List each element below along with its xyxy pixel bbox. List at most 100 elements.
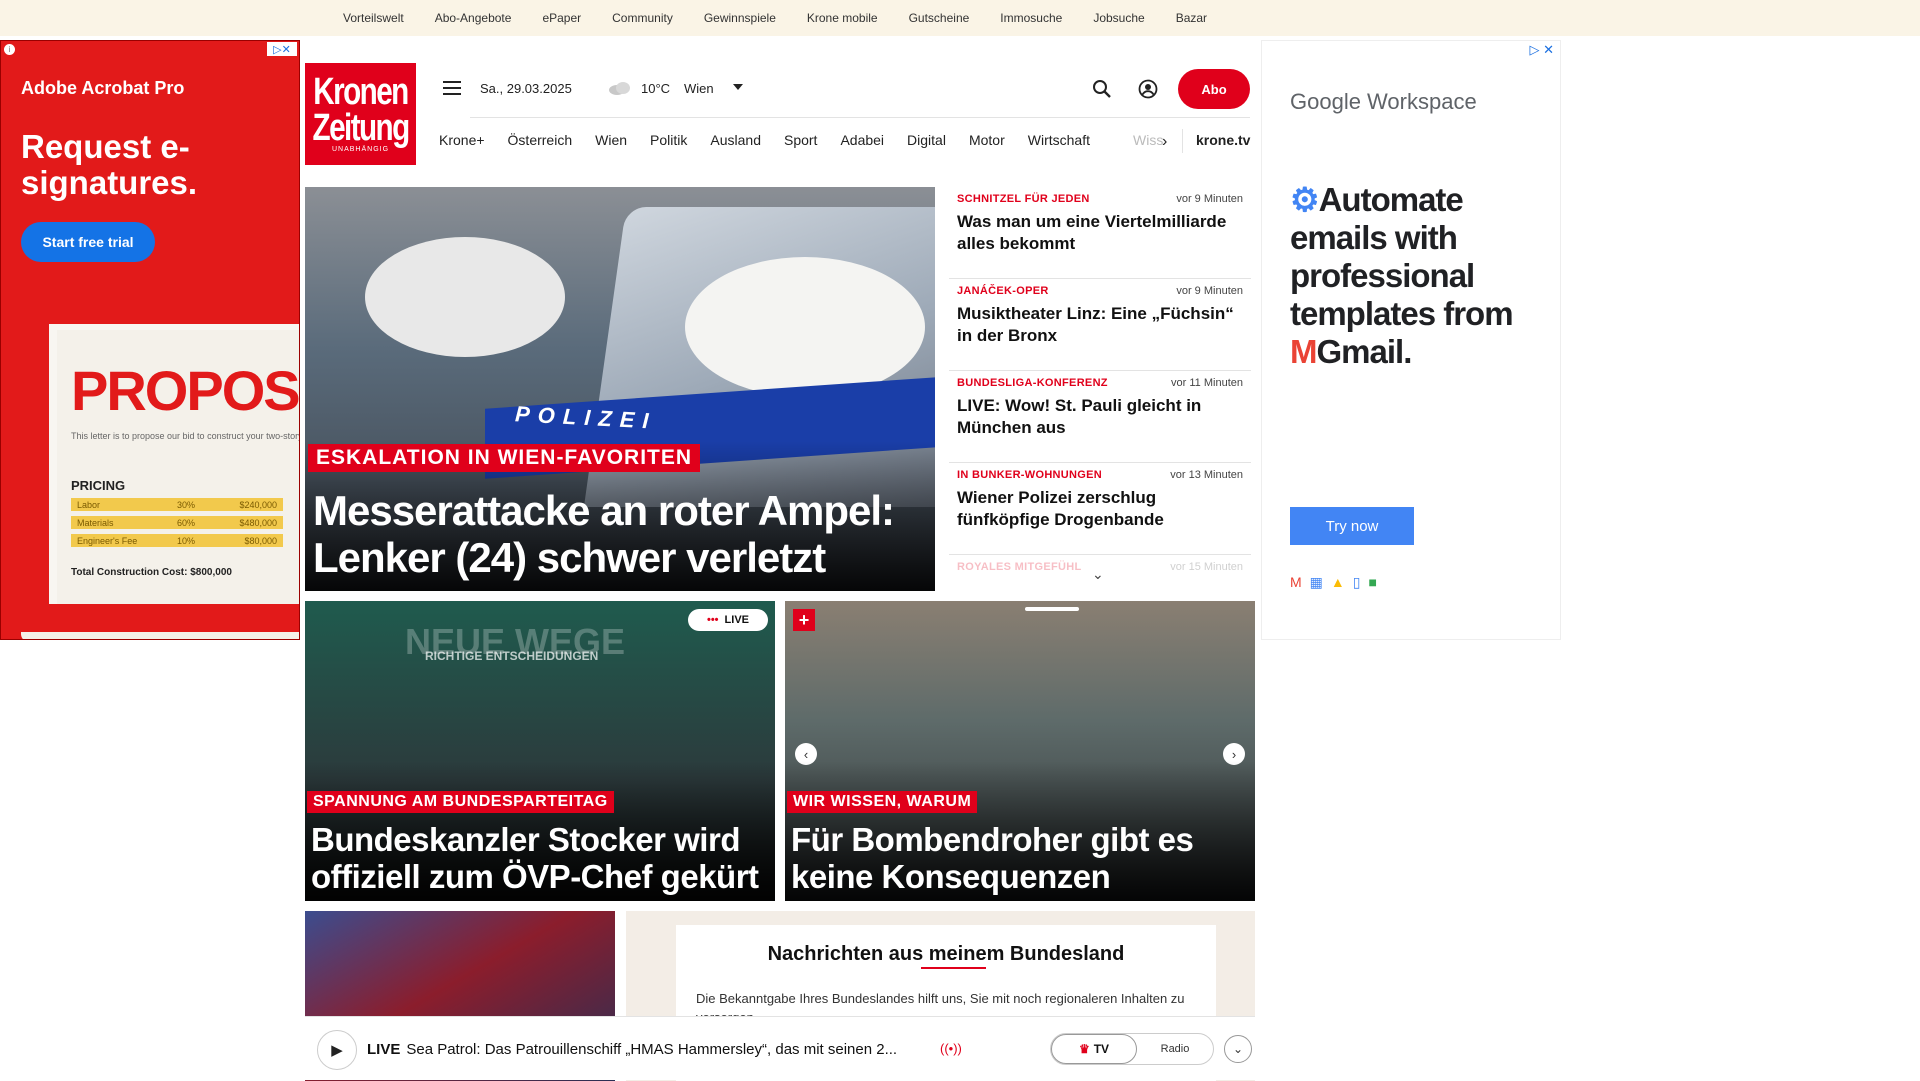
nav-item[interactable]: Wien	[595, 132, 627, 148]
drive-icon: ▲	[1330, 574, 1345, 590]
ad-info-icon[interactable]: i	[4, 44, 15, 55]
card-title[interactable]: Bundeskanzler Stocker wird offiziell zum…	[311, 821, 771, 895]
news-title[interactable]: LIVE: Wow! St. Pauli gleicht in München …	[957, 395, 1243, 439]
doc-text: This letter is to propose our bid to con…	[71, 431, 300, 441]
topnav-link[interactable]: Vorteilswelt	[343, 11, 404, 25]
radio-toggle[interactable]: Radio	[1137, 1034, 1213, 1064]
current-date: Sa., 29.03.2025	[480, 81, 572, 96]
news-title[interactable]: Musiktheater Linz: Eine „Füchsin“ in der…	[957, 303, 1243, 347]
topnav-link[interactable]: Bazar	[1176, 11, 1207, 25]
abo-button[interactable]: Abo	[1178, 69, 1250, 109]
news-time: vor 15 Minuten	[1170, 561, 1243, 573]
docs-icon: ▯	[1352, 574, 1361, 590]
nav-item[interactable]: Ausland	[710, 132, 761, 148]
card-kicker: SPANNUNG AM BUNDESPARTEITAG	[307, 791, 614, 813]
topnav-link[interactable]: Jobsuche	[1093, 11, 1144, 25]
gear-icon: ⚙	[1290, 181, 1320, 218]
doc-title: PROPOSAL	[71, 359, 299, 422]
news-item[interactable]: BUNDESLIGA-KONFERENZ vor 11 Minuten LIVE…	[949, 371, 1251, 463]
doc-price-row: Engineer's Fee 10% $80,000	[71, 534, 283, 547]
news-title[interactable]: Wiener Polizei zerschlug fünfköpfige Dro…	[957, 487, 1243, 531]
menu-icon[interactable]	[443, 81, 461, 95]
chevron-down-icon[interactable]: ⌄	[1224, 1035, 1252, 1063]
ad-headline: Request e-signatures.	[21, 128, 198, 201]
ad-close-icon[interactable]: ▷ ✕	[1529, 42, 1554, 58]
logo-text: Kronen	[313, 71, 409, 113]
gmail-icon: M	[1290, 574, 1302, 590]
latest-news-list: SCHNITZEL FÜR JEDEN vor 9 Minuten Was ma…	[949, 187, 1251, 595]
topnav-link[interactable]: ePaper	[542, 11, 581, 25]
news-item[interactable]: SCHNITZEL FÜR JEDEN vor 9 Minuten Was ma…	[949, 187, 1251, 279]
weather-temperature: 10°C	[641, 81, 671, 96]
ad-headline: ⚙Automate emails with professional templ…	[1290, 181, 1514, 370]
topnav-link[interactable]: Immosuche	[1000, 11, 1062, 25]
news-title[interactable]: Was man um eine Viertelmilliarde alles b…	[957, 211, 1243, 255]
logo-text: Zeitung	[312, 107, 410, 149]
hero-article[interactable]: POLIZEI ESKALATION IN WIEN-FAVORITEN Mes…	[305, 187, 935, 591]
player-text[interactable]: LIVE Sea Patrol: Das Patrouillenschiff „H…	[367, 1041, 897, 1058]
adobe-ad-banner[interactable]: i ▷✕ Adobe Acrobat Pro Request e-signatu…	[0, 40, 300, 640]
article-card[interactable]: NEUE WEGE RICHTIGE ENTSCHEIDUNGEN ••• LIV…	[305, 601, 775, 901]
gmail-icon: M	[1290, 333, 1317, 370]
header-divider	[470, 117, 1250, 118]
news-item[interactable]: JANÁČEK-OPER vor 9 Minuten Musiktheater …	[949, 279, 1251, 371]
city-selector[interactable]: Wien	[684, 81, 714, 96]
topnav-link[interactable]: Krone mobile	[807, 11, 878, 25]
cloud-icon	[609, 82, 630, 95]
live-player-bar: ▶ LIVE Sea Patrol: Das Patrouillenschiff …	[305, 1016, 1255, 1080]
region-title: Nachrichten aus meinem Bundesland	[767, 943, 1125, 965]
ad-brand: Adobe Acrobat Pro	[21, 78, 185, 98]
nav-item-faded[interactable]: Wiss	[1133, 132, 1163, 148]
krone-logo[interactable]: Kronen Zeitung UNABHÄNGIG	[305, 63, 416, 165]
calendar-icon: ▦	[1309, 574, 1323, 590]
topnav-link[interactable]: Gutscheine	[909, 11, 970, 25]
nav-item[interactable]: Wirtschaft	[1028, 132, 1090, 148]
slider-indicator	[1025, 607, 1079, 611]
news-item[interactable]: IN BUNKER-WOHNUNGEN vor 13 Minuten Wiene…	[949, 463, 1251, 555]
nav-divider	[1182, 129, 1183, 153]
account-icon[interactable]	[1138, 79, 1158, 99]
nav-krone-tv[interactable]: krone.tv	[1196, 132, 1250, 148]
ad-cta-button[interactable]: Try now	[1290, 507, 1414, 545]
doc-price-row: Materials 60% $480,000	[71, 516, 283, 529]
topnav-link[interactable]: Gewinnspiele	[704, 11, 776, 25]
hero-kicker: ESKALATION IN WIEN-FAVORITEN	[308, 444, 701, 472]
meet-icon: ■	[1368, 574, 1377, 590]
nav-item[interactable]: Motor	[969, 132, 1005, 148]
chevron-down-icon[interactable]: ⌄	[1092, 566, 1104, 583]
nav-item[interactable]: Adabei	[840, 132, 884, 148]
chevron-right-icon[interactable]: ›	[1162, 133, 1167, 151]
ad-close-icon[interactable]: ▷✕	[267, 42, 297, 56]
hero-title[interactable]: Messerattacke an roter Ampel: Lenker (24…	[313, 487, 933, 581]
live-badge: ••• LIVE	[688, 609, 768, 631]
tv-toggle[interactable]: ♛ TV	[1051, 1034, 1137, 1064]
main-nav: Krone+ Österreich Wien Politik Ausland S…	[439, 132, 1113, 148]
ad-decoration	[21, 632, 299, 639]
nav-item[interactable]: Krone+	[439, 132, 485, 148]
google-app-icons: M ▦ ▲ ▯ ■	[1290, 574, 1377, 591]
google-workspace-ad[interactable]: ▷ ✕ Google Workspace ⚙Automate emails wi…	[1261, 40, 1561, 640]
doc-total: Total Construction Cost: $800,000	[71, 567, 232, 578]
card-title[interactable]: Für Bombendroher gibt es keine Konsequen…	[791, 821, 1251, 895]
doc-price-row: Labor 30% $240,000	[71, 498, 283, 511]
play-icon[interactable]: ▶	[317, 1030, 357, 1070]
nav-item[interactable]: Österreich	[508, 132, 573, 148]
search-icon[interactable]	[1092, 79, 1112, 99]
image-text: RICHTIGE ENTSCHEIDUNGEN	[425, 649, 599, 663]
news-time: vor 9 Minuten	[1176, 285, 1243, 297]
broadcast-icon: ((•))	[940, 1041, 962, 1056]
news-time: vor 9 Minuten	[1176, 193, 1243, 205]
topnav-link[interactable]: Community	[612, 11, 673, 25]
ad-cta-button[interactable]: Start free trial	[21, 222, 155, 262]
tv-radio-switch[interactable]: ♛ TV Radio	[1050, 1033, 1214, 1065]
nav-item[interactable]: Sport	[784, 132, 817, 148]
topnav-link[interactable]: Abo-Angebote	[435, 11, 512, 25]
chevron-down-icon[interactable]	[733, 84, 743, 90]
card-kicker: WIR WISSEN, WARUM	[787, 791, 978, 813]
news-time: vor 11 Minuten	[1171, 377, 1243, 389]
article-card[interactable]: + ‹ › WIR WISSEN, WARUM Für Bombendroher…	[785, 601, 1255, 901]
nav-item[interactable]: Digital	[907, 132, 946, 148]
nav-item[interactable]: Politik	[650, 132, 687, 148]
ad-brand: Google Workspace	[1290, 89, 1477, 114]
top-utility-bar: Vorteilswelt Abo-Angebote ePaper Communi…	[0, 0, 1920, 36]
